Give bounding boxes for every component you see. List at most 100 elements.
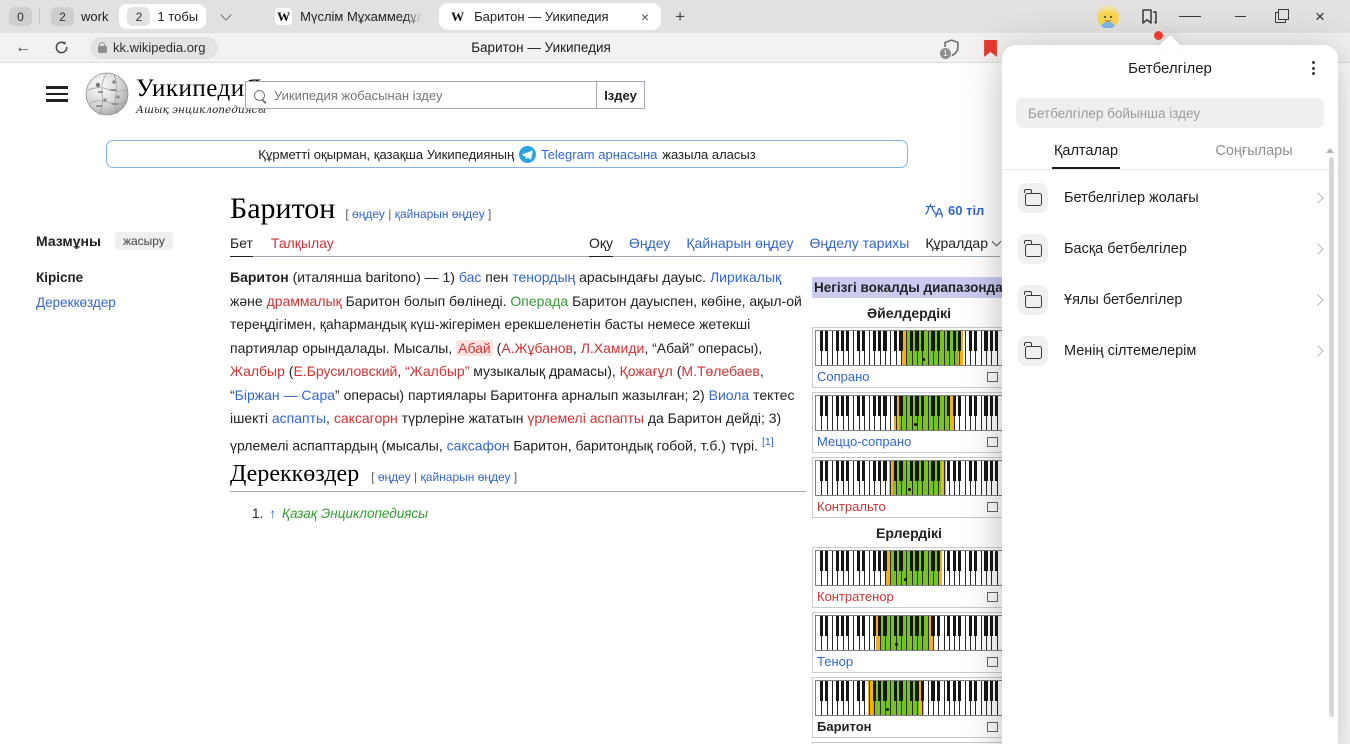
- inline-link[interactable]: Е.Брусиловский: [293, 363, 397, 379]
- toc-title: Мазмұны: [36, 233, 101, 249]
- inline-link[interactable]: Операда: [510, 293, 568, 309]
- expand-image-icon[interactable]: [987, 722, 998, 732]
- bookmark-folder-row[interactable]: Бетбелгілер жолағы: [1002, 172, 1338, 223]
- window-close-button[interactable]: ×: [1300, 0, 1340, 33]
- keyboard-black: [857, 681, 860, 701]
- inline-link[interactable]: қайнарын өңдеу: [421, 470, 511, 484]
- piano-range-image[interactable]: [815, 460, 1003, 496]
- inline-link[interactable]: Жалбыр: [230, 363, 285, 379]
- inline-link[interactable]: Қожағұл: [620, 363, 673, 379]
- bookmarks-search-input[interactable]: [1026, 105, 1314, 122]
- folder-label: Менің сілтемелерім: [1064, 343, 1314, 359]
- inline-link[interactable]: Абай: [456, 340, 493, 356]
- keyboard-black: [937, 331, 940, 351]
- article-tab-құралдар[interactable]: Құралдар: [925, 235, 1000, 256]
- article-tab-өңделу-тарихы[interactable]: Өңделу тарихы: [809, 235, 909, 256]
- inline-link[interactable]: өңдеу: [378, 470, 411, 484]
- vocal-range-label[interactable]: Тенор: [817, 654, 853, 669]
- tab-folders[interactable]: Қалталар: [1002, 128, 1170, 169]
- reference-backlink[interactable]: ↑: [269, 506, 276, 521]
- keyboard-sep: [928, 331, 929, 365]
- inline-link[interactable]: Лирикалық: [710, 269, 781, 285]
- scrollbar-up-arrow[interactable]: [1326, 144, 1334, 153]
- language-selector[interactable]: 60 тіл: [925, 203, 984, 218]
- inline-link[interactable]: Біржан — Сара: [235, 387, 335, 403]
- inline-link[interactable]: драммалық: [267, 293, 342, 309]
- scrollbar-thumb[interactable]: [1329, 157, 1334, 717]
- inline-link[interactable]: [1]: [762, 436, 774, 448]
- wiki-search-button[interactable]: Іздеу: [597, 81, 645, 109]
- reference-number: 1.: [252, 506, 263, 521]
- group-chevron-button[interactable]: [215, 6, 237, 28]
- expand-image-icon[interactable]: [987, 592, 998, 602]
- article-tab-талқылау[interactable]: Талқылау: [271, 235, 334, 256]
- wikipedia-globe-logo[interactable]: [84, 70, 130, 118]
- bookmark-folder-row[interactable]: Менің сілтемелерім: [1002, 325, 1338, 376]
- browser-menu-button[interactable]: [1179, 6, 1201, 28]
- bookmarks-search-box[interactable]: [1016, 98, 1324, 128]
- expand-image-icon[interactable]: [987, 437, 998, 447]
- window-minimize-button[interactable]: [1220, 0, 1260, 33]
- inline-link[interactable]: саксагорн: [334, 410, 398, 426]
- expand-image-icon[interactable]: [987, 657, 998, 667]
- wiki-hamburger-button[interactable]: [46, 86, 68, 102]
- tab-counter-badge[interactable]: 0: [9, 7, 32, 26]
- inline-link[interactable]: үрлемелі аспапты: [527, 410, 644, 426]
- inline-link[interactable]: Л.Хамиди: [581, 340, 645, 356]
- vocal-range-label[interactable]: Контратенор: [817, 589, 894, 604]
- inline-link[interactable]: “Жалбыр”: [405, 363, 469, 379]
- tab-recent[interactable]: Соңғылары: [1170, 128, 1338, 169]
- inline-link[interactable]: Виола: [709, 387, 750, 403]
- new-tab-button[interactable]: +: [667, 4, 693, 30]
- keyboard-sep: [981, 331, 982, 365]
- bookmark-added-icon[interactable]: [983, 40, 998, 57]
- inline-link[interactable]: А.Жұбанов: [501, 340, 573, 356]
- bookmark-folder-row[interactable]: Басқа бетбелгілер: [1002, 223, 1338, 274]
- keyboard-sep: [944, 461, 945, 495]
- vocal-range-card: Меццо-сопрано: [812, 392, 1006, 453]
- telegram-link[interactable]: Telegram арнасына: [541, 147, 657, 162]
- wiki-search-input[interactable]: [272, 87, 596, 104]
- protect-shield-button[interactable]: 1: [943, 39, 961, 57]
- tab-muslim[interactable]: W Мүслім Мұхаммедұлы Ма: [265, 3, 433, 30]
- vocal-range-label[interactable]: Сопрано: [817, 369, 870, 384]
- toc-item-intro[interactable]: Кіріспе: [36, 270, 216, 285]
- vocal-range-label[interactable]: Контральто: [817, 499, 886, 514]
- window-restore-button[interactable]: [1260, 0, 1300, 33]
- inline-link[interactable]: өңдеу: [352, 207, 385, 221]
- toc-item-references[interactable]: Дереккөздер: [36, 295, 216, 310]
- keyboard-black: [931, 681, 934, 701]
- piano-range-image[interactable]: [815, 330, 1003, 366]
- article-tab-оқу[interactable]: Оқу: [589, 235, 613, 257]
- bookmark-folder-row[interactable]: Ұялы бетбелгілер: [1002, 274, 1338, 325]
- url-field[interactable]: kk.wikipedia.org: [90, 37, 218, 59]
- vocal-range-label[interactable]: Меццо-сопрано: [817, 434, 911, 449]
- article-tab-қайнарын-өңдеу[interactable]: Қайнарын өңдеу: [686, 235, 793, 256]
- reload-button[interactable]: [46, 36, 76, 60]
- bookmarks-menu-button[interactable]: [1306, 60, 1320, 76]
- wiki-search-box[interactable]: [245, 81, 597, 109]
- expand-image-icon[interactable]: [987, 372, 998, 382]
- article-tab-өңдеу[interactable]: Өңдеу: [629, 235, 670, 256]
- piano-range-image[interactable]: [815, 615, 1003, 651]
- inline-link[interactable]: тенордың: [512, 269, 575, 285]
- close-tab-icon[interactable]: ×: [639, 9, 651, 25]
- tab-bariton-active[interactable]: W Баритон — Уикипедия ×: [439, 3, 661, 30]
- toc-hide-button[interactable]: жасыру: [115, 232, 173, 250]
- tab-group-work[interactable]: 2 work: [47, 7, 112, 26]
- back-button[interactable]: ←: [8, 36, 38, 60]
- expand-image-icon[interactable]: [987, 502, 998, 512]
- piano-range-image[interactable]: [815, 395, 1003, 431]
- piano-range-image[interactable]: [815, 680, 1003, 716]
- tab-group-active[interactable]: 2 1 тобы: [119, 4, 206, 29]
- inline-link[interactable]: қайнарын өңдеу: [395, 207, 485, 221]
- piano-range-image[interactable]: [815, 550, 1003, 586]
- bookmarks-panel-button[interactable]: [1138, 6, 1160, 28]
- inline-link[interactable]: аспапты: [272, 410, 326, 426]
- reference-source-link[interactable]: Қазақ Энциклопедиясы: [282, 506, 428, 521]
- profile-avatar[interactable]: [1097, 6, 1119, 28]
- inline-link[interactable]: саксафон: [447, 437, 510, 453]
- inline-link[interactable]: М.Төлебаев: [681, 363, 759, 379]
- inline-link[interactable]: бас: [459, 269, 481, 285]
- article-tab-бет[interactable]: Бет: [230, 235, 253, 257]
